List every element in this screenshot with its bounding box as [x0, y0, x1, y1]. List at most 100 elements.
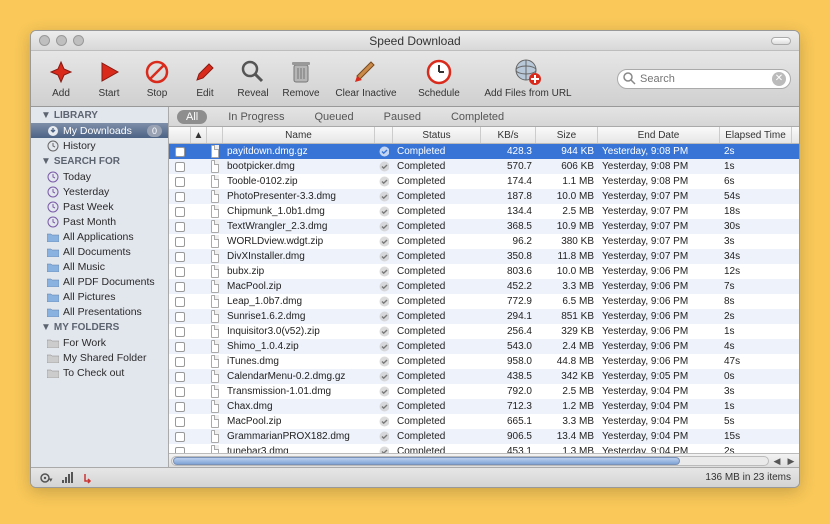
tab-completed[interactable]: Completed — [442, 110, 513, 124]
col-elapsed[interactable]: Elapsed Time — [720, 127, 792, 143]
col-end-date[interactable]: End Date — [598, 127, 720, 143]
table-row[interactable]: bubx.zipCompleted803.610.0 MBYesterday, … — [169, 264, 799, 279]
col-sort[interactable]: ▲ — [191, 127, 207, 143]
reveal-button[interactable]: Reveal — [231, 58, 275, 99]
table-row[interactable]: MacPool.zipCompleted665.13.3 MBYesterday… — [169, 414, 799, 429]
add-button[interactable]: Add — [39, 58, 83, 99]
gear-icon[interactable]: ▾ — [39, 471, 53, 485]
sidebar-item[interactable]: Today — [31, 169, 168, 184]
table-row[interactable]: Inquisitor3.0(v52).zipCompleted256.4329 … — [169, 324, 799, 339]
sidebar-item[interactable]: All Pictures — [31, 289, 168, 304]
col-name[interactable]: Name — [223, 127, 375, 143]
sidebar-item[interactable]: All PDF Documents — [31, 274, 168, 289]
col-status[interactable]: Status — [393, 127, 481, 143]
start-button[interactable]: Start — [87, 58, 131, 99]
table-row[interactable]: MacPool.zipCompleted452.23.3 MBYesterday… — [169, 279, 799, 294]
row-checkbox[interactable] — [175, 327, 185, 337]
tab-paused[interactable]: Paused — [375, 110, 430, 124]
row-checkbox[interactable] — [175, 312, 185, 322]
clear-search-icon[interactable]: ✕ — [772, 72, 786, 86]
row-checkbox[interactable] — [175, 177, 185, 187]
zoom-button[interactable] — [73, 35, 84, 46]
close-button[interactable] — [39, 35, 50, 46]
row-checkbox[interactable] — [175, 372, 185, 382]
toolbar-toggle-button[interactable] — [771, 37, 791, 45]
sidebar-item[interactable]: All Presentations — [31, 304, 168, 319]
col-size[interactable]: Size — [536, 127, 598, 143]
sidebar-item[interactable]: My Shared Folder — [31, 350, 168, 365]
table-row[interactable]: Chax.dmgCompleted712.31.2 MBYesterday, 9… — [169, 399, 799, 414]
row-checkbox[interactable] — [175, 432, 185, 442]
row-checkbox[interactable] — [175, 267, 185, 277]
scroll-left-icon[interactable]: ◀ — [771, 455, 783, 467]
sidebar-header-my-folders[interactable]: ▼MY FOLDERS — [31, 319, 168, 335]
table-row[interactable]: payitdown.dmg.gzCompleted428.3944 KBYest… — [169, 144, 799, 159]
row-checkbox[interactable] — [175, 252, 185, 262]
table-row[interactable]: WORLDview.wdgt.zipCompleted96.2380 KBYes… — [169, 234, 799, 249]
scrollbar-track[interactable] — [171, 456, 769, 466]
horizontal-scrollbar[interactable]: ◀ ▶ — [169, 453, 799, 467]
cell-size: 3.3 MB — [536, 416, 598, 427]
table-row[interactable]: Chipmunk_1.0b1.dmgCompleted134.42.5 MBYe… — [169, 204, 799, 219]
sidebar-item[interactable]: Yesterday — [31, 184, 168, 199]
bars-icon[interactable] — [61, 472, 75, 484]
col-status-icon[interactable] — [375, 127, 393, 143]
col-icon[interactable] — [207, 127, 223, 143]
row-checkbox[interactable] — [175, 237, 185, 247]
sidebar-item[interactable]: All Applications — [31, 229, 168, 244]
clear-inactive-button[interactable]: Clear Inactive — [327, 58, 405, 99]
row-checkbox[interactable] — [175, 297, 185, 307]
scroll-right-icon[interactable]: ▶ — [785, 455, 797, 467]
sidebar-header-library[interactable]: ▼LIBRARY — [31, 107, 168, 123]
row-checkbox[interactable] — [175, 207, 185, 217]
table-row[interactable]: CalendarMenu-0.2.dmg.gzCompleted438.5342… — [169, 369, 799, 384]
tab-queued[interactable]: Queued — [305, 110, 362, 124]
table-row[interactable]: Transmission-1.01.dmgCompleted792.02.5 M… — [169, 384, 799, 399]
table-row[interactable]: GrammarianPROX182.dmgCompleted906.513.4 … — [169, 429, 799, 444]
tab-all[interactable]: All — [177, 110, 207, 124]
table-row[interactable]: bootpicker.dmgCompleted570.7606 KBYester… — [169, 159, 799, 174]
row-checkbox[interactable] — [175, 342, 185, 352]
row-checkbox[interactable] — [175, 282, 185, 292]
col-kbs[interactable]: KB/s — [481, 127, 536, 143]
row-checkbox[interactable] — [175, 402, 185, 412]
arrow-icon[interactable] — [83, 472, 97, 484]
sidebar-item[interactable]: Past Week — [31, 199, 168, 214]
table-row[interactable]: Shimo_1.0.4.zipCompleted543.02.4 MBYeste… — [169, 339, 799, 354]
table-row[interactable]: DivXInstaller.dmgCompleted350.811.8 MBYe… — [169, 249, 799, 264]
sidebar-header-search-for[interactable]: ▼SEARCH FOR — [31, 153, 168, 169]
search-input[interactable] — [617, 69, 791, 89]
downloads-table[interactable]: payitdown.dmg.gzCompleted428.3944 KBYest… — [169, 144, 799, 453]
table-row[interactable]: PhotoPresenter-3.3.dmgCompleted187.810.0… — [169, 189, 799, 204]
sidebar-item[interactable]: For Work — [31, 335, 168, 350]
row-checkbox[interactable] — [175, 387, 185, 397]
row-checkbox[interactable] — [175, 222, 185, 232]
minimize-button[interactable] — [56, 35, 67, 46]
edit-button[interactable]: Edit — [183, 58, 227, 99]
sidebar-item[interactable]: All Music — [31, 259, 168, 274]
sidebar-item-my-downloads[interactable]: My Downloads 0 — [31, 123, 168, 138]
search-field[interactable]: ✕ — [617, 69, 791, 89]
table-row[interactable]: tunebar3.dmgCompleted453.11.3 MBYesterda… — [169, 444, 799, 453]
row-checkbox[interactable] — [175, 162, 185, 172]
schedule-button[interactable]: Schedule — [409, 58, 469, 99]
sidebar-item[interactable]: Past Month — [31, 214, 168, 229]
sidebar-item[interactable]: All Documents — [31, 244, 168, 259]
remove-button[interactable]: Remove — [279, 58, 323, 99]
row-checkbox[interactable] — [175, 417, 185, 427]
scrollbar-thumb[interactable] — [173, 457, 680, 465]
table-row[interactable]: Sunrise1.6.2.dmgCompleted294.1851 KBYest… — [169, 309, 799, 324]
table-row[interactable]: TextWrangler_2.3.dmgCompleted368.510.9 M… — [169, 219, 799, 234]
sidebar-item-history[interactable]: History — [31, 138, 168, 153]
row-checkbox[interactable] — [175, 147, 185, 157]
row-checkbox[interactable] — [175, 357, 185, 367]
table-row[interactable]: Leap_1.0b7.dmgCompleted772.96.5 MBYester… — [169, 294, 799, 309]
table-row[interactable]: Tooble-0102.zipCompleted174.41.1 MBYeste… — [169, 174, 799, 189]
row-checkbox[interactable] — [175, 192, 185, 202]
tab-in-progress[interactable]: In Progress — [219, 110, 293, 124]
stop-button[interactable]: Stop — [135, 58, 179, 99]
table-row[interactable]: iTunes.dmgCompleted958.044.8 MBYesterday… — [169, 354, 799, 369]
add-url-button[interactable]: Add Files from URL — [473, 58, 583, 99]
sidebar-item[interactable]: To Check out — [31, 365, 168, 380]
col-check[interactable] — [169, 127, 191, 143]
